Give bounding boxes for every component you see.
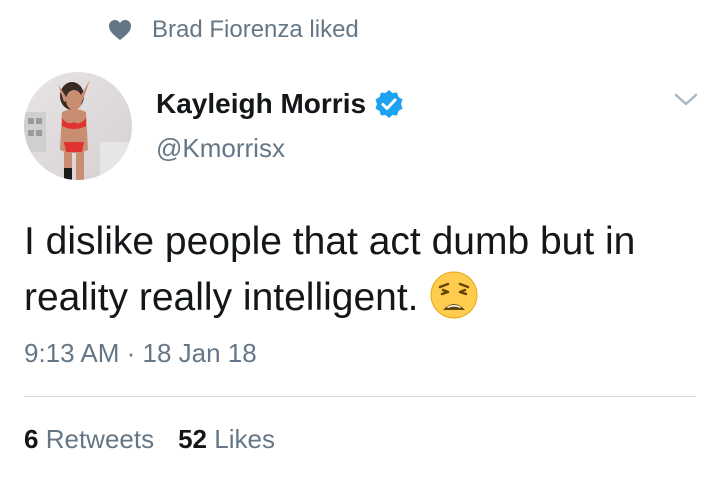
retweets-count: 6 [24, 424, 39, 454]
weary-face-emoji-icon [430, 271, 478, 319]
avatar-photo [24, 72, 132, 180]
tweet-body: I dislike people that act dumb but in re… [24, 220, 636, 319]
author-name: Kayleigh Morris [156, 88, 367, 119]
retweets-label: Retweets [45, 424, 155, 454]
chevron-down-icon[interactable] [674, 92, 698, 108]
verified-badge-icon [375, 90, 403, 118]
retweets-stat[interactable]: 6 Retweets [24, 424, 154, 454]
likes-label: Likes [214, 424, 275, 454]
likes-count: 52 [178, 424, 208, 454]
tweet-stats: 6 Retweets 52 Likes [24, 424, 275, 455]
tweet-text: I dislike people that act dumb but in re… [24, 214, 704, 326]
heart-icon [109, 20, 131, 40]
author-handle[interactable]: @Kmorrisx [156, 133, 285, 164]
tweet-timestamp[interactable]: 9:13 AM · 18 Jan 18 [24, 338, 257, 369]
author-name-row[interactable]: Kayleigh Morris [156, 88, 404, 120]
social-context[interactable]: Brad Fiorenza liked [108, 16, 359, 44]
likes-stat[interactable]: 52 Likes [178, 424, 275, 454]
divider [24, 396, 696, 397]
avatar[interactable] [24, 72, 132, 180]
liked-by-text: Brad Fiorenza liked [152, 16, 359, 43]
